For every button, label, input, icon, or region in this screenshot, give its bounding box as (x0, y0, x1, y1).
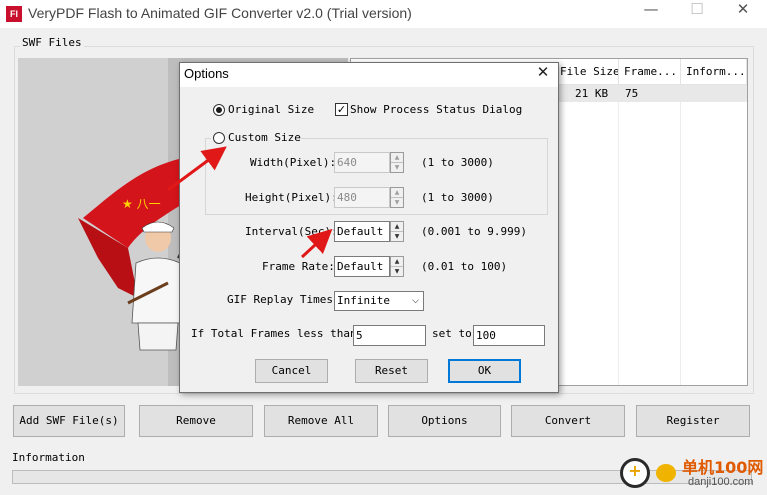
watermark-url: danji100.com (688, 476, 754, 488)
watermark-logo-icon: + (620, 458, 650, 488)
watermark: + 单机100网 danji100.com (620, 452, 767, 495)
watermark-text: 单机100网 (682, 458, 764, 477)
watermark-logo-icon (656, 464, 676, 482)
annotation-arrows (167, 146, 333, 259)
arrow-icon (167, 146, 227, 192)
arrow-icon (300, 228, 333, 259)
